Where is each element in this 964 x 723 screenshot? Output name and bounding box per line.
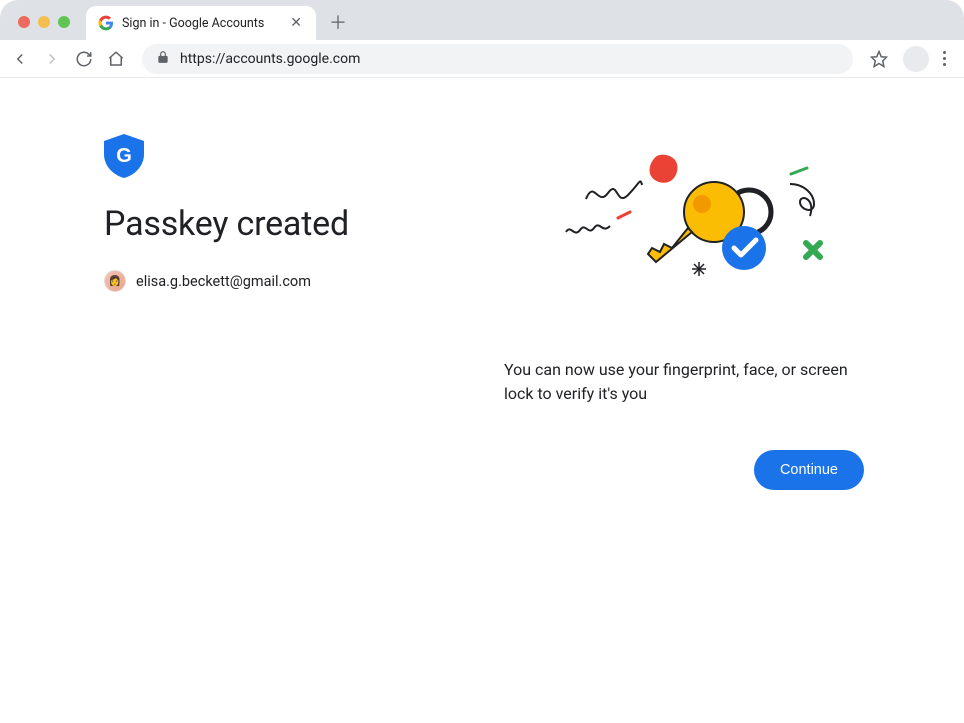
bookmark-star-icon[interactable] bbox=[869, 49, 889, 69]
window-controls bbox=[0, 16, 86, 40]
continue-button[interactable]: Continue bbox=[754, 450, 864, 490]
address-bar[interactable]: https://accounts.google.com bbox=[142, 44, 853, 74]
window-zoom-icon[interactable] bbox=[58, 16, 70, 28]
account-email: elisa.g.beckett@gmail.com bbox=[136, 273, 311, 290]
browser-toolbar: https://accounts.google.com bbox=[0, 40, 964, 78]
browser-menu-button[interactable] bbox=[943, 51, 946, 66]
reload-button[interactable] bbox=[74, 49, 94, 69]
window-minimize-icon[interactable] bbox=[38, 16, 50, 28]
back-button[interactable] bbox=[10, 49, 30, 69]
tab-title: Sign in - Google Accounts bbox=[122, 16, 280, 31]
google-favicon-icon bbox=[98, 15, 114, 31]
url-text: https://accounts.google.com bbox=[180, 51, 360, 67]
google-shield-icon: G bbox=[104, 134, 144, 178]
profile-avatar[interactable] bbox=[903, 46, 929, 72]
svg-text:G: G bbox=[116, 145, 132, 167]
browser-tab-strip: Sign in - Google Accounts ✕ ＋ bbox=[0, 0, 964, 40]
account-avatar-icon: 👩 bbox=[104, 270, 126, 292]
passkey-illustration bbox=[504, 144, 864, 324]
browser-tab[interactable]: Sign in - Google Accounts ✕ bbox=[86, 6, 316, 40]
forward-button bbox=[42, 49, 62, 69]
page-content: G Passkey created 👩 elisa.g.beckett@gmai… bbox=[0, 78, 964, 723]
check-badge-icon bbox=[722, 226, 766, 270]
window-close-icon[interactable] bbox=[18, 16, 30, 28]
tab-close-icon[interactable]: ✕ bbox=[288, 15, 304, 31]
key-icon bbox=[644, 170, 774, 270]
description-text: You can now use your fingerprint, face, … bbox=[504, 358, 864, 406]
page-title: Passkey created bbox=[104, 204, 444, 244]
new-tab-button[interactable]: ＋ bbox=[324, 8, 352, 36]
lock-icon bbox=[156, 49, 170, 68]
account-chip[interactable]: 👩 elisa.g.beckett@gmail.com bbox=[104, 270, 444, 292]
home-button[interactable] bbox=[106, 49, 126, 69]
